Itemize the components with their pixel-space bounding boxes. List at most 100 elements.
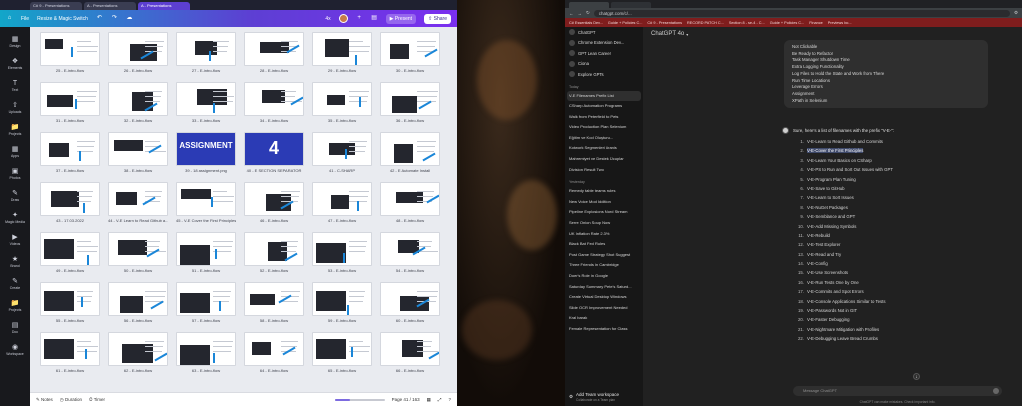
canva-browser-tab[interactable]: A - Presentations [84,2,136,10]
reload-icon[interactable]: ↻ [586,10,590,16]
sidebar-nav-0[interactable]: ChatGPT [565,27,643,38]
page-thumbnail[interactable]: 34 - E-intro-flow [244,82,304,123]
page-thumbnail[interactable]: 51 - E-intro-flow [176,232,236,273]
page-thumbnail[interactable]: 54 - E-intro-flow [380,232,440,273]
page-thumbnail[interactable]: 64 - E-intro-flow [244,332,304,373]
chat-history-item[interactable]: New Voice Mod Iddition [565,197,643,208]
add-icon[interactable]: + [356,15,363,22]
page-thumbnail[interactable]: 66 - E-intro-flow [380,332,440,373]
page-thumbnail[interactable]: 62 - E-intro-flow [108,332,168,373]
scroll-down-button[interactable]: ↓ [913,373,920,380]
chat-history-item[interactable]: Eğitim ve Kod Oluşturu... [565,133,643,144]
chat-history-item[interactable]: Remedy table teams rules [565,186,643,197]
chrome-tab[interactable] [569,2,609,8]
forward-icon[interactable]: → [578,11,583,16]
chat-history-item[interactable]: Create Virtual Desktop Windows [565,292,643,303]
sidebar-item-brand[interactable]: ★ Brand [0,251,30,273]
sidebar-nav-4[interactable]: Explore GPTs [565,69,643,80]
duration-button[interactable]: ◷ Duration [60,397,82,403]
page-thumbnail[interactable]: 52 - E-intro-flow [244,232,304,273]
notes-button[interactable]: ✎ Notes [36,397,53,403]
page-thumbnail[interactable]: 43 - 17.03.2022 [40,182,100,223]
page-thumbnail[interactable]: 28 - E-intro-flow [244,32,304,73]
sidebar-nav-2[interactable]: GPT Lean Career [565,48,643,59]
page-thumbnail[interactable]: 42 - E Automate Install [380,132,440,173]
sidebar-item-apps[interactable]: ▦ Apps [0,141,30,163]
chat-history-item[interactable]: Doer's Role in Google [565,271,643,282]
bookmark-item[interactable]: Section 8 - se-4 - C... [729,21,765,25]
page-thumbnail[interactable]: 53 - E-intro-flow [312,232,372,273]
extensions-icon[interactable]: ⚙ [1014,10,1018,16]
sidebar-item-text[interactable]: T Text [0,75,30,97]
page-thumbnail[interactable]: 41 - C-SHARP [312,132,372,173]
chat-history-item[interactable]: Serre Onion Soup Now [565,218,643,229]
chat-history-item[interactable]: Saturday Summary Pete's Saturd... [565,282,643,293]
chat-history-item[interactable]: Three Friends in Cambridge [565,260,643,271]
sidebar-item-projects[interactable]: 📁 Projects [0,295,30,317]
page-thumbnail[interactable]: 31 - E-intro-flow [40,82,100,123]
avatar[interactable] [338,14,348,23]
page-thumbnail[interactable]: 25 - E-intro-flow [40,32,100,73]
page-thumbnail[interactable]: 38 - E-intro-flow [108,132,168,173]
page-thumbnail[interactable]: 45 - V-E Cover the First Principles [176,182,236,223]
chat-history-item[interactable]: Kral barak [565,313,643,324]
fullscreen-icon[interactable]: ⤢ [438,397,442,402]
page-thumbnail[interactable]: 29 - E-intro-flow [312,32,372,73]
page-thumbnail[interactable]: 61 - E-intro-flow [40,332,100,373]
page-thumbnail[interactable]: 44 - V-E Learn to Read Github a... [108,182,168,223]
chat-history-item[interactable]: Mahremiyet ve Destek Ücuplar [565,154,643,165]
sidebar-item-elements[interactable]: ❖ Elements [0,53,30,75]
add-team-workspace[interactable]: ⚙ Add Team workspace Collaborate on a Te… [565,390,643,404]
sidebar-item-draw[interactable]: ✎ Draw [0,185,30,207]
sidebar-item-magic-media[interactable]: ✦ Magic Media [0,207,30,229]
page-thumbnail[interactable]: 37 - E-intro-flow [40,132,100,173]
sidebar-item-photos[interactable]: ▣ Photos [0,163,30,185]
bookmark-item[interactable]: C# Essentials Dev... [569,21,603,25]
page-thumbnail[interactable]: 27 - E-intro-flow [176,32,236,73]
page-thumbnail[interactable]: 26 - E-intro-flow [108,32,168,73]
message-input[interactable]: Message ChatGPT [793,386,1002,396]
sidebar-nav-1[interactable]: Chrome Extension Dev... [565,38,643,49]
page-thumbnail[interactable]: ASSIGNMENT 39 - 18 assignment.png [176,132,236,173]
chat-history-item[interactable]: Black Bat Fed Rules [565,239,643,250]
page-thumbnail[interactable]: 50 - E-intro-flow [108,232,168,273]
page-thumbnail[interactable]: 57 - E-intro-flow [176,282,236,323]
share-button[interactable]: ⇧ Share [424,13,451,24]
chat-history-item[interactable]: Walk from Peterfield to Pets [565,112,643,123]
page-thumbnail[interactable]: 36 - E-intro-flow [380,82,440,123]
sidebar-item-uploads[interactable]: ⇧ Uploads [0,97,30,119]
page-thumbnail[interactable]: 4 40 - E SECTION SEPARATOR [244,132,304,173]
page-thumbnail[interactable]: 63 - E-intro-flow [176,332,236,373]
page-thumbnail[interactable]: 30 - E-intro-flow [380,32,440,73]
chat-history-item[interactable]: UK Inflation Rate 2.3% [565,229,643,240]
chrome-tab[interactable] [611,2,651,8]
page-thumbnail[interactable]: 46 - E-intro-flow [244,182,304,223]
chart-icon[interactable]: ▤ [371,15,378,22]
bookmark-item[interactable]: Previews bo... [828,21,852,25]
home-icon[interactable]: ⌂ [6,15,13,22]
sidebar-item-create[interactable]: ✎ Create [0,273,30,295]
bookmark-item[interactable]: Finance [809,21,823,25]
chat-history-item[interactable]: Video Production Plan Selenium [565,122,643,133]
canva-browser-tab[interactable]: C# 9 - Presentations [30,2,82,10]
sidebar-item-projects[interactable]: 📁 Projects [0,119,30,141]
help-icon[interactable]: ? [448,397,451,402]
sidebar-nav-3[interactable]: Ciona [565,59,643,70]
sidebar-item-design[interactable]: ▦ Design [0,31,30,53]
chat-history-item[interactable]: Female Representation for Class [565,324,643,335]
sidebar-item-videos[interactable]: ▶ Videos [0,229,30,251]
present-button[interactable]: ▶ Present [385,13,417,24]
chat-history-item[interactable]: CSharp Automation Programs [565,101,643,112]
grid-view-icon[interactable]: ▦ [427,397,431,403]
redo-icon[interactable]: ↷ [111,15,118,22]
bookmark-item[interactable]: RECORD PATCH C... [687,21,724,25]
bookmark-item[interactable]: Guide + Policies C... [770,21,805,25]
page-counter[interactable]: Page 41 / 163 [392,397,420,402]
page-thumbnail[interactable]: 47 - E-intro-flow [312,182,372,223]
page-thumbnail[interactable]: 32 - E-intro-flow [108,82,168,123]
back-icon[interactable]: ← [569,11,574,16]
resize-menu[interactable]: Resize & Magic Switch [37,16,88,22]
chat-history-item[interactable]: V-E Filenames Prefix List [567,90,641,102]
page-thumbnail[interactable]: 58 - E-intro-flow [244,282,304,323]
page-thumbnail[interactable]: 55 - E-intro-flow [40,282,100,323]
